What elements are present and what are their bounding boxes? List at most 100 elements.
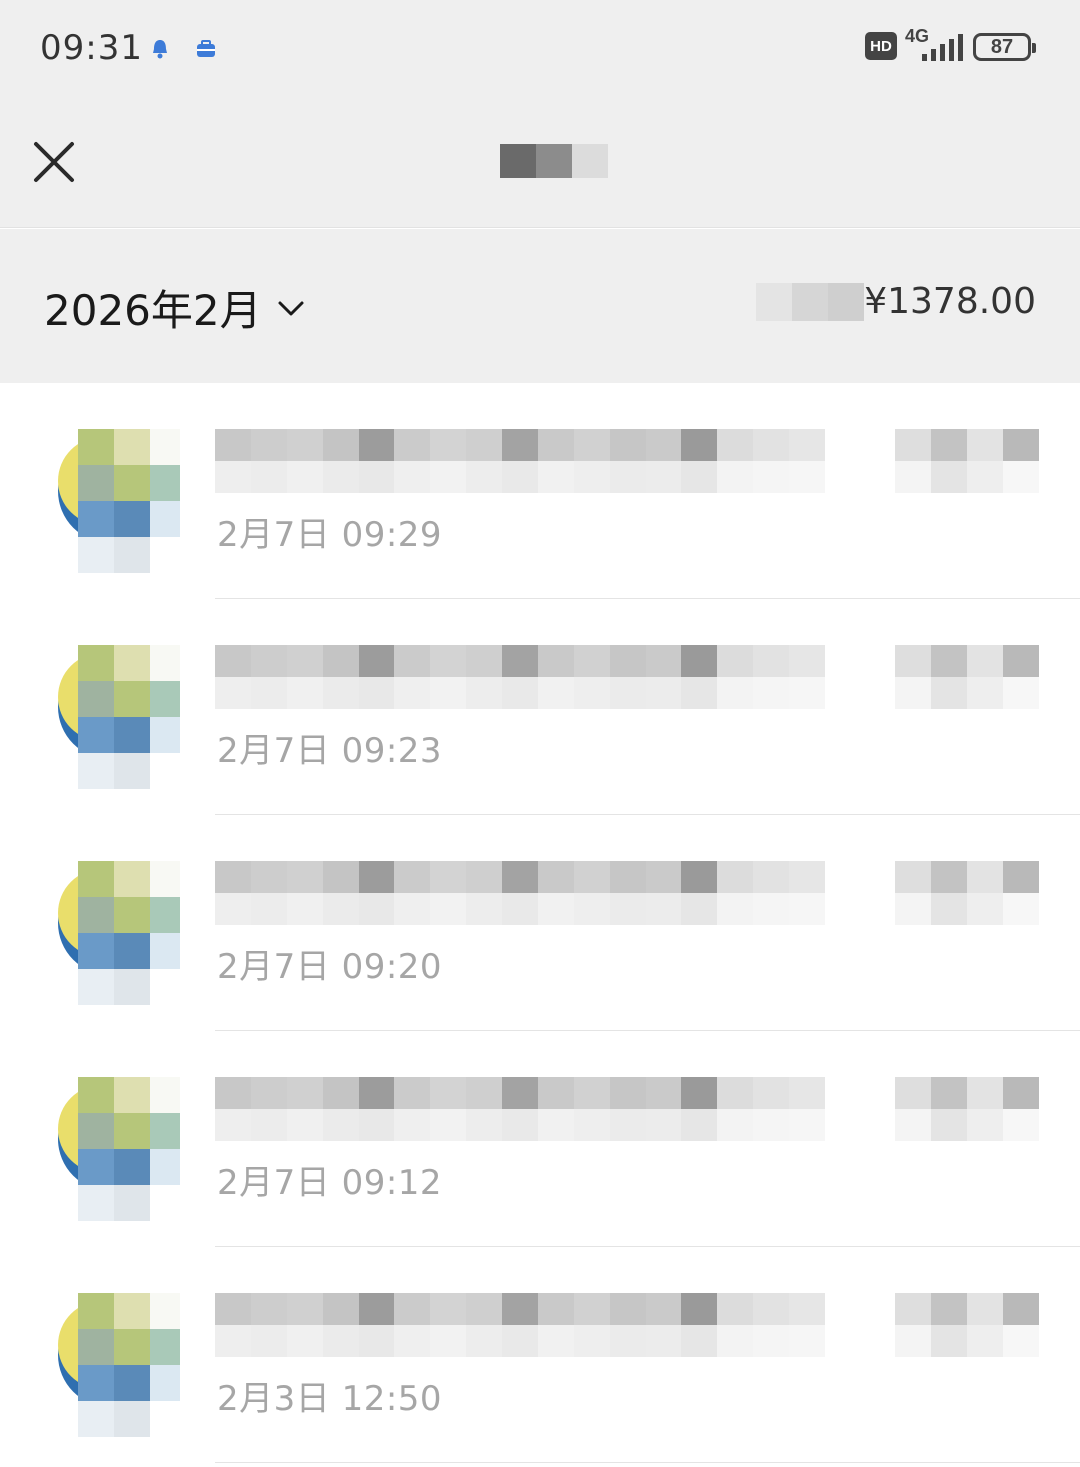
- month-selector[interactable]: 2026年2月: [44, 277, 308, 338]
- redaction-pixel: [931, 429, 967, 461]
- redaction-pixel: [967, 861, 1003, 893]
- redaction-pixel: [789, 645, 825, 677]
- transaction-row[interactable]: 2月7日 09:29: [0, 383, 1080, 599]
- redaction-pixel: [681, 893, 718, 925]
- redaction-pixel: [1003, 429, 1039, 461]
- redaction-pixel: [931, 861, 967, 893]
- redaction-pixel: [753, 645, 790, 677]
- redaction-pixel: [1003, 1109, 1039, 1141]
- transaction-time: 2月3日 12:50: [217, 1379, 443, 1419]
- redaction-pixel: [645, 861, 682, 893]
- redaction-pixel: [358, 861, 395, 893]
- redaction-pixel: [250, 861, 287, 893]
- redaction-pixel: [286, 1293, 323, 1325]
- redaction-pixel: [573, 677, 610, 709]
- redaction-pixel: [215, 1109, 251, 1141]
- redaction-pixel: [502, 677, 538, 709]
- redaction-pixel: [502, 645, 538, 677]
- transaction-row[interactable]: 2月7日 09:20: [0, 815, 1080, 1031]
- redaction-pixel: [967, 1293, 1003, 1325]
- month-label: 2026年2月: [44, 286, 262, 335]
- status-bar: 09:31 HD 4G 87: [0, 0, 1080, 100]
- redaction-pixel: [322, 461, 359, 493]
- amount-redaction: [895, 1293, 1039, 1357]
- redaction-pixel: [358, 677, 395, 709]
- redaction-pixel: [502, 1109, 538, 1141]
- redaction-pixel: [967, 645, 1003, 677]
- redaction-pixel: [573, 1109, 610, 1141]
- redaction-pixel: [895, 1109, 931, 1141]
- redaction-pixel: [358, 1325, 395, 1357]
- redaction-pixel: [502, 1325, 538, 1357]
- redaction-pixel: [573, 1077, 610, 1109]
- redaction-pixel: [250, 645, 287, 677]
- redaction-pixel: [753, 461, 790, 493]
- redaction-pixel: [215, 429, 251, 461]
- redaction-pixel: [573, 861, 610, 893]
- redaction-pixel: [537, 429, 574, 461]
- redaction-pixel: [286, 893, 323, 925]
- redaction-pixel: [931, 1077, 967, 1109]
- redaction-pixel: [250, 1109, 287, 1141]
- redaction-pixel: [789, 893, 825, 925]
- redaction-pixel: [789, 861, 825, 893]
- transaction-time: 2月7日 09:12: [217, 1163, 443, 1203]
- redaction-pixel: [789, 461, 825, 493]
- redaction-pixel: [645, 461, 682, 493]
- redaction-pixel: [967, 461, 1003, 493]
- redaction-pixel: [753, 1077, 790, 1109]
- redaction-pixel: [753, 1293, 790, 1325]
- amount-redaction: [895, 861, 1039, 925]
- redaction-pixel: [753, 429, 790, 461]
- redaction-pixel: [358, 893, 395, 925]
- redaction-pixel: [573, 893, 610, 925]
- transaction-time: 2月7日 09:23: [217, 731, 443, 771]
- redaction-pixel: [681, 461, 718, 493]
- redaction-pixel: [537, 677, 574, 709]
- total-amount: ¥1378.00: [864, 281, 1036, 322]
- redaction-pixel: [430, 1077, 467, 1109]
- transaction-row[interactable]: 2月3日 12:50: [0, 1247, 1080, 1463]
- redaction-pixel: [753, 677, 790, 709]
- transaction-time: 2月7日 09:29: [217, 515, 443, 555]
- description-redaction: [215, 429, 825, 493]
- redaction-pixel: [789, 1325, 825, 1357]
- redaction-pixel: [609, 429, 646, 461]
- redaction-pixel: [537, 893, 574, 925]
- month-filter-bar: 2026年2月 ¥1378.00: [0, 229, 1080, 383]
- avatar: [52, 429, 180, 573]
- redaction-pixel: [394, 893, 431, 925]
- redaction-pixel: [430, 1325, 467, 1357]
- redaction-pixel: [466, 861, 503, 893]
- redaction-pixel: [394, 645, 431, 677]
- total-label-redaction: [756, 282, 865, 321]
- redaction-pixel: [609, 1109, 646, 1141]
- redaction-pixel: [895, 1077, 931, 1109]
- redaction-pixel: [250, 1077, 287, 1109]
- redaction-pixel: [250, 461, 287, 493]
- amount-redaction: [895, 645, 1039, 709]
- transaction-row[interactable]: 2月7日 09:23: [0, 599, 1080, 815]
- description-redaction: [215, 1077, 825, 1141]
- close-icon[interactable]: [32, 140, 76, 184]
- redaction-pixel: [645, 893, 682, 925]
- redaction-pixel: [537, 645, 574, 677]
- redaction-pixel: [466, 429, 503, 461]
- redaction-pixel: [537, 861, 574, 893]
- redaction-pixel: [394, 1077, 431, 1109]
- redaction-pixel: [466, 893, 503, 925]
- redaction-pixel: [466, 677, 503, 709]
- redaction-pixel: [895, 861, 931, 893]
- transaction-row[interactable]: 2月7日 09:12: [0, 1031, 1080, 1247]
- redaction-pixel: [931, 645, 967, 677]
- redaction-pixel: [645, 1293, 682, 1325]
- redaction-pixel: [717, 1293, 754, 1325]
- redaction-pixel: [358, 429, 395, 461]
- redaction-pixel: [609, 1325, 646, 1357]
- redaction-pixel: [358, 1109, 395, 1141]
- redaction-pixel: [502, 1293, 538, 1325]
- redaction-pixel: [358, 461, 395, 493]
- redaction-pixel: [573, 1325, 610, 1357]
- redaction-pixel: [250, 677, 287, 709]
- redaction-pixel: [286, 461, 323, 493]
